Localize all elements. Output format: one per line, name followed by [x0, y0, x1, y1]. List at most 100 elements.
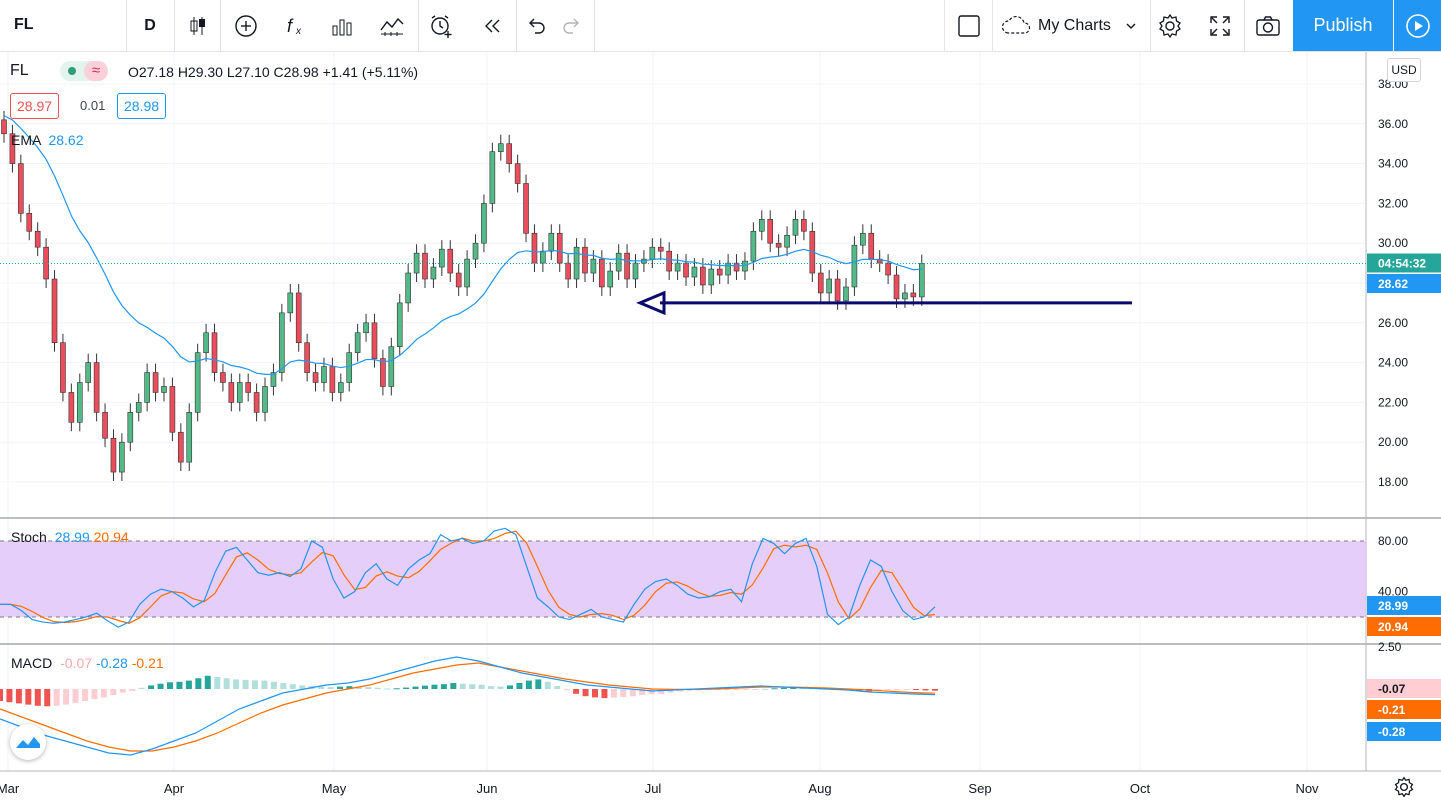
macd-histogram-bar — [44, 689, 51, 707]
chart-type-candles-icon[interactable] — [184, 8, 212, 44]
axis-settings-gear-icon[interactable] — [1393, 776, 1417, 800]
macd-histogram-bar — [34, 689, 41, 706]
symbol-search[interactable]: FL — [14, 16, 34, 34]
stoch-legend[interactable]: Stoch 28.99 20.94 — [11, 529, 129, 545]
price-tick-label: 24.00 — [1378, 356, 1408, 370]
candle-up — [354, 332, 361, 353]
publish-button[interactable]: Publish — [1293, 0, 1393, 51]
candle-up — [388, 346, 395, 387]
candle-up — [85, 362, 91, 383]
candle-down — [169, 386, 176, 433]
candle-down — [371, 322, 378, 359]
interval-button[interactable]: D — [138, 8, 162, 44]
play-icon[interactable] — [1394, 0, 1441, 51]
stoch-d-value: 20.94 — [93, 529, 129, 545]
candle-up — [615, 252, 622, 272]
candle-up — [674, 262, 681, 272]
chart-canvas[interactable]: 38.0036.0034.0032.0030.0028.0026.0024.00… — [0, 52, 1441, 803]
candle-down — [110, 437, 117, 473]
toolbar-divider — [1244, 0, 1245, 51]
macd-label: MACD — [11, 655, 53, 671]
time-tick-label: Oct — [1130, 781, 1151, 796]
undo-icon[interactable] — [522, 8, 550, 44]
candle-down — [531, 232, 538, 264]
price-tick-label: 34.00 — [1378, 157, 1408, 171]
visibility-dot-icon — [68, 67, 76, 75]
candle-down — [666, 250, 672, 272]
candle-down — [26, 213, 33, 232]
alert-clock-icon[interactable] — [426, 8, 456, 44]
layout-square-icon[interactable] — [956, 8, 982, 44]
macd-histogram-bar — [337, 686, 343, 689]
macd-histogram-bar — [6, 689, 13, 703]
legend-toggle[interactable]: ≈ — [60, 61, 108, 81]
candle-up — [590, 258, 597, 274]
replay-rewind-icon[interactable] — [478, 8, 506, 44]
snapshot-camera-icon[interactable] — [1254, 8, 1282, 44]
candle-up — [607, 270, 614, 288]
macd-histogram-bar — [422, 685, 428, 689]
macd-histogram-bar — [223, 678, 230, 689]
candle-down — [733, 262, 740, 272]
financials-bars-icon[interactable] — [328, 8, 356, 44]
time-tick-label: Mar — [0, 781, 20, 796]
candle-down — [556, 232, 563, 264]
ema-legend[interactable]: EMA 28.62 — [11, 132, 84, 148]
bid-price-box[interactable]: 28.97 — [10, 93, 60, 119]
macd-histogram-bar — [280, 683, 287, 689]
stoch-k-value: 28.99 — [54, 529, 90, 545]
toolbar-divider — [594, 0, 595, 51]
candle-up — [649, 246, 656, 260]
templates-icon[interactable] — [378, 8, 406, 44]
price-tick-label: 36.00 — [1378, 117, 1408, 131]
macd-histogram-bar — [563, 689, 570, 691]
macd-histogram-bar — [119, 689, 126, 693]
macd-histogram-bar — [242, 679, 249, 689]
redo-icon[interactable] — [558, 8, 586, 44]
macd-histogram-bar — [620, 689, 627, 698]
candle-up — [691, 266, 698, 278]
macd-histogram-bar — [780, 687, 787, 689]
ask-price-box[interactable]: 28.98 — [117, 93, 167, 119]
macd-histogram-bar — [204, 675, 211, 689]
compare-plus-icon[interactable] — [232, 8, 260, 44]
candle-up — [135, 402, 142, 413]
my-charts-dropdown[interactable]: My Charts — [1000, 8, 1142, 44]
macd-legend[interactable]: MACD -0.07 -0.28 -0.21 — [11, 655, 164, 671]
candle-down — [102, 412, 108, 439]
toolbar-divider — [220, 0, 221, 51]
candle-down — [657, 246, 664, 252]
time-tick-label: Aug — [808, 781, 831, 796]
macd-histogram-bar — [110, 689, 117, 695]
macd-histogram-bar — [412, 686, 419, 689]
macd-histogram-bar — [752, 689, 759, 690]
candle-up — [472, 242, 479, 260]
macd-histogram-bar — [261, 680, 268, 689]
currency-label[interactable]: USD — [1387, 58, 1421, 82]
candle-up — [851, 244, 858, 288]
legend-symbol: FL — [10, 62, 29, 79]
settings-gear-icon[interactable] — [1156, 8, 1184, 44]
macd-histogram-bar — [884, 689, 891, 690]
candle-up — [632, 262, 639, 280]
wave-icon: ≈ — [84, 61, 108, 81]
ema-line — [3, 115, 922, 375]
macd-histogram-bar — [516, 683, 523, 689]
macd-tag-label: -0.21 — [1378, 703, 1406, 717]
candle-up — [902, 292, 908, 300]
fullscreen-icon[interactable] — [1206, 8, 1234, 44]
macd-hist-value: -0.07 — [60, 655, 93, 671]
tradingview-logo-icon[interactable] — [10, 724, 46, 760]
macd-histogram-bar — [488, 686, 495, 689]
candle-up — [161, 386, 167, 393]
indicators-fx-icon[interactable]: fx — [282, 8, 310, 44]
spread-value: 0.01 — [80, 98, 106, 113]
candle-down — [893, 274, 900, 300]
candle-down — [624, 252, 630, 280]
candle-down — [455, 272, 462, 288]
candle-up — [363, 322, 369, 334]
candle-up — [540, 250, 546, 264]
stoch-band — [0, 541, 1366, 617]
candle-up — [236, 382, 243, 403]
candle-up — [396, 302, 403, 347]
